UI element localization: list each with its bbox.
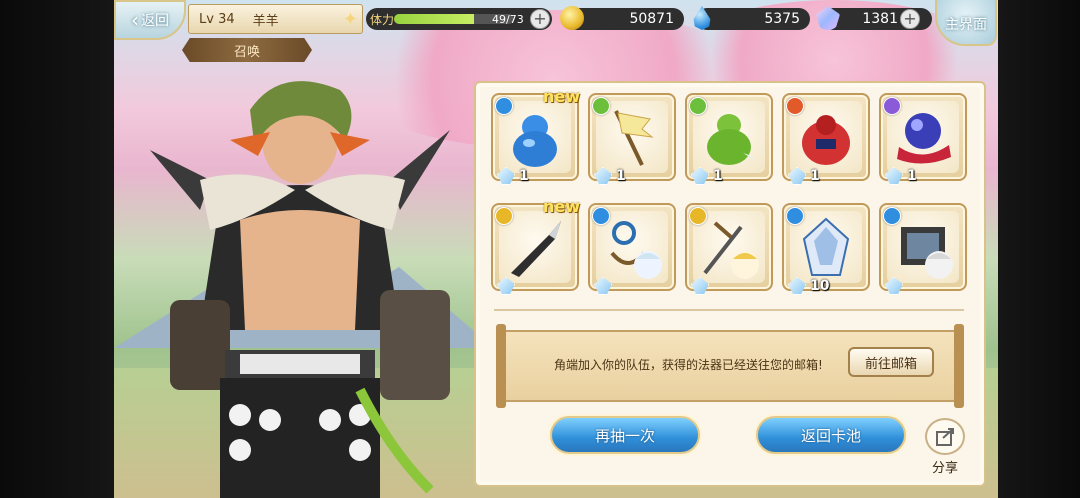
reward-count: 1 [885,167,917,185]
stamina-bar: 体力 49/73 + [366,8,552,30]
reward-slot-shrine-character[interactable] [879,203,967,295]
sparkle-icon: ✦ [342,9,358,30]
red-pouch-icon [802,115,850,165]
reward-count-value: 1 [519,168,529,184]
reward-slot-blue-gourd[interactable]: new 1 [491,87,580,185]
reward-count: 10 [788,277,829,295]
wind-element-icon [592,97,610,115]
coin-icon [560,6,584,30]
water-value: 5375 [764,11,800,27]
return-to-pool-button[interactable]: 返回卡池 [756,416,906,454]
reward-slot-anchor-chain-character[interactable] [588,203,676,295]
reward-slot-red-pouch[interactable]: 1 [782,93,870,185]
share-button[interactable]: 分享 [920,418,970,476]
light-element-icon [495,207,513,225]
divider [494,309,964,311]
shrine-character-icon [901,227,953,279]
dark-element-icon [883,97,901,115]
reward-slot-crystal-dragon[interactable]: 10 [782,203,870,295]
crystal-dragon-icon [802,217,850,276]
reward-count [691,277,709,295]
stamina-label: 体力 [370,12,395,27]
shard-icon [788,167,806,185]
reward-slot-sword-character[interactable] [685,203,773,295]
sword-character-icon [703,221,759,279]
reward-count [885,277,903,295]
left-frame [0,0,114,498]
light-element-icon [689,207,707,225]
reward-slot-dagger[interactable]: new [491,197,580,295]
reward-count: 1 [594,167,626,185]
back-label: 返回 [141,13,169,29]
gold-value: 50871 [629,11,674,27]
result-message: 角端加入你的队伍，获得的法器已经送往您的邮箱! [554,358,823,372]
chevron-left-icon: ‹ [131,8,139,32]
player-name: 羊羊 [252,13,279,29]
player-info: Lv 34 羊羊 ✦ [188,4,363,34]
flag-icon [614,110,654,166]
reward-slot-green-gourd[interactable]: 1 [685,93,773,185]
stamina-value: 49/73 [492,12,524,26]
shard-icon [885,167,903,185]
shard-icon [691,277,709,295]
reward-count: 1 [497,167,529,185]
summon-again-button[interactable]: 再抽一次 [550,416,700,454]
new-badge: new [543,197,581,216]
reward-slot-dark-orb-scarf[interactable]: 1 [879,93,967,185]
water-element-icon [786,207,804,225]
reward-count-value: 1 [616,168,626,184]
gem-counter: 1381 + [816,6,932,30]
right-frame [998,0,1080,498]
reward-count: 1 [691,167,723,185]
reward-count [497,277,515,295]
dagger-icon [511,221,561,277]
reward-count-value: 1 [713,168,723,184]
water-element-icon [495,97,513,115]
reward-count: 1 [788,167,820,185]
reward-count-value: 10 [810,278,830,294]
shard-icon [497,277,515,295]
dark-orb-scarf-icon [897,113,951,164]
water-element-icon [883,207,901,225]
stamina-fill [394,14,475,24]
reward-count [594,277,612,295]
shard-icon [594,167,612,185]
reward-count-value: 1 [907,168,917,184]
share-label: 分享 [931,461,958,476]
new-badge: new [543,87,581,106]
blue-gourd-icon [513,115,557,167]
anchor-chain-character-icon [610,221,662,279]
water-element-icon [592,207,610,225]
add-stamina-button[interactable]: + [530,9,550,29]
gem-value: 1381 [862,11,898,27]
green-gourd-icon [707,114,759,165]
wind-element-icon [689,97,707,115]
summon-tag: 召唤 [182,38,312,62]
shard-icon [497,167,515,185]
go-to-mailbox-button[interactable]: 前往邮箱 [848,347,934,377]
reward-slot-flag[interactable]: 1 [588,93,676,185]
shard-icon [885,277,903,295]
shard-icon [691,167,709,185]
add-gems-button[interactable]: + [900,9,920,29]
shard-icon [788,277,806,295]
shard-icon [594,277,612,295]
share-icon [925,418,965,455]
player-level: Lv 34 [199,11,235,27]
gold-counter: 50871 [560,6,684,30]
character-portrait [150,81,450,498]
fire-element-icon [786,97,804,115]
water-counter: 5375 [693,6,810,30]
reward-count-value: 1 [810,168,820,184]
